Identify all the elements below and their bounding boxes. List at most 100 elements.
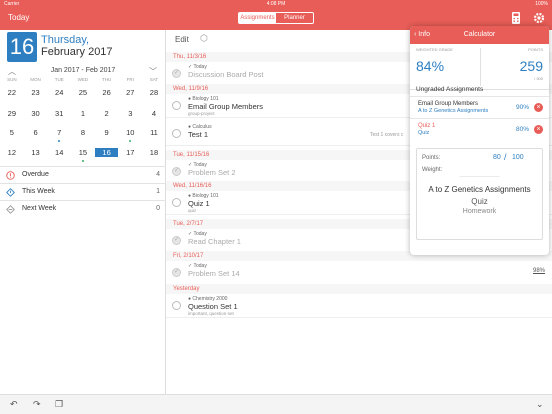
task-title: Quiz 1 <box>188 199 210 208</box>
task-title: Problem Set 2 <box>188 168 236 177</box>
bottom-toolbar: ↶ ↷ ❐ ⌄ <box>0 394 552 414</box>
weekday-label: WED <box>77 77 89 82</box>
calendar-day[interactable]: 10 <box>118 128 142 142</box>
minus-circle-icon <box>6 205 15 214</box>
calendar-day[interactable]: 9 <box>95 128 119 137</box>
calendar-day[interactable]: 6 <box>24 128 48 137</box>
calendar-day[interactable]: 12 <box>0 148 24 157</box>
calendar-day[interactable]: 31 <box>47 109 71 118</box>
filter-count: 0 <box>156 205 160 212</box>
redo-icon[interactable]: ↷ <box>33 399 41 410</box>
calendar-day[interactable]: 18 <box>142 148 166 157</box>
calendar-day[interactable]: 5 <box>0 128 24 137</box>
clipboard-icon[interactable]: ❐ <box>55 399 63 410</box>
ungraded-item[interactable]: Quiz 1 Quiz 80% × <box>410 118 549 140</box>
calendar-day[interactable]: 4 <box>142 109 166 118</box>
calculator-icon[interactable] <box>509 11 523 25</box>
filter-overdue[interactable]: Overdue 4 <box>0 166 166 182</box>
tag-icon[interactable]: ⬡ <box>200 33 208 44</box>
date-header: Yesterday <box>166 284 552 294</box>
calendar-day[interactable]: 1 <box>71 109 95 118</box>
calendar-day[interactable]: 14 <box>47 148 71 157</box>
keyboard-dismiss-icon[interactable]: ⌄ <box>536 399 544 410</box>
calendar-day[interactable]: 30 <box>24 109 48 118</box>
calendar-day[interactable]: 23 <box>24 88 48 97</box>
calendar-day[interactable]: 3 <box>118 109 142 118</box>
filter-this-week[interactable]: This Week 1 <box>0 183 166 199</box>
calendar-day[interactable]: 27 <box>118 88 142 97</box>
check-icon[interactable]: ✓ <box>172 69 181 78</box>
calendar-week-row: 29 30 31 1 2 3 4 <box>0 109 166 118</box>
calendar-day[interactable]: 17 <box>118 148 142 157</box>
calendar-day[interactable]: 28 <box>142 88 166 97</box>
check-icon[interactable]: ✓ <box>172 236 181 245</box>
filter-next-week[interactable]: Next Week 0 <box>0 200 166 216</box>
ungraded-category: A to Z Genetics Assignments <box>418 108 489 114</box>
calendar-day[interactable]: 29 <box>0 109 24 118</box>
calendar-day[interactable]: 8 <box>71 128 95 137</box>
tab-assignments[interactable]: Assignments <box>239 13 276 23</box>
calendar-week-row: 5 6 7 8 9 10 11 <box>0 128 166 142</box>
calendar-day[interactable]: 11 <box>142 128 166 137</box>
event-dot <box>58 140 61 142</box>
check-icon[interactable]: ✓ <box>172 167 181 176</box>
weekday-label: THU <box>101 77 112 82</box>
undo-icon[interactable]: ↶ <box>10 399 18 410</box>
task-tags: important, question-set <box>188 311 234 316</box>
status-bar: Carrier 4:08 PM 100% <box>0 0 552 8</box>
calendar-day[interactable]: 7 <box>47 128 71 142</box>
task-title: Discussion Board Post <box>188 70 264 79</box>
check-icon[interactable]: ✓ <box>172 268 181 277</box>
calendar-day-label: 15 <box>78 148 88 157</box>
edit-button[interactable]: Edit <box>175 35 189 44</box>
weight-picker-option[interactable]: Homework <box>417 208 542 215</box>
weekday-label: SUN <box>7 77 17 82</box>
calendar-day[interactable]: 13 <box>24 148 48 157</box>
ungraded-percent: 90% <box>515 104 529 111</box>
selected-day-name: Thursday, <box>41 34 90 46</box>
gear-icon[interactable] <box>532 11 546 25</box>
calendar-day-selected[interactable]: 16 <box>94 148 119 157</box>
points-label: POINTS <box>528 47 543 52</box>
calendar-range-label: Jan 2017 - Feb 2017 <box>50 67 116 74</box>
calendar-day-label: 7 <box>57 128 62 137</box>
task-checkbox[interactable] <box>172 129 181 138</box>
weight-picker-option[interactable]: Quiz <box>417 197 542 206</box>
calendar-day[interactable]: 26 <box>95 88 119 97</box>
ungraded-item[interactable]: Email Group Members A to Z Genetics Assi… <box>410 96 549 118</box>
points-input[interactable]: 80 <box>493 154 501 161</box>
calendar-weekday-header: SUN MON TUE WED THU FRI SAT <box>0 77 166 82</box>
weekday-label: TUE <box>54 77 64 82</box>
calendar-day[interactable]: 15 <box>71 148 95 162</box>
weight-picker-option[interactable]: A to Z Genetics Assignments <box>417 185 542 194</box>
calendar-week-row: 12 13 14 15 16 17 18 <box>0 148 166 162</box>
weekday-label: FRI <box>126 77 134 82</box>
task-checkbox[interactable] <box>172 198 181 207</box>
calculator-popover: ‹ Info Calculator WEIGHTED GRADE 84% POI… <box>410 26 549 255</box>
chevron-down-icon[interactable]: ﹀ <box>149 66 157 77</box>
today-button[interactable]: Today <box>8 13 29 22</box>
remove-icon[interactable]: × <box>534 103 543 112</box>
task-checkbox[interactable] <box>172 301 181 310</box>
weekday-label: MON <box>30 77 41 82</box>
calendar-day[interactable]: 22 <box>0 88 24 97</box>
points-out-of-input[interactable]: 100 <box>512 154 524 161</box>
ungraded-category: Quiz <box>418 130 430 136</box>
tab-planner[interactable]: Planner <box>276 13 313 23</box>
task-checkbox[interactable] <box>172 101 181 110</box>
calendar-day[interactable]: 2 <box>95 109 119 118</box>
grade-percent-label: 98% <box>533 268 546 274</box>
filter-label: Overdue <box>22 171 49 178</box>
remove-icon[interactable]: × <box>534 125 543 134</box>
calendar-day[interactable]: 25 <box>71 88 95 97</box>
calendar-day[interactable]: 24 <box>47 88 71 97</box>
task-note: Test 1 covers c <box>370 132 404 138</box>
task-row[interactable]: ✓ ✓ Today Problem Set 14 <box>166 261 552 285</box>
stats-divider <box>480 48 481 86</box>
ungraded-name: Email Group Members <box>418 101 479 107</box>
calendar-week-row: 22 23 24 25 26 27 28 <box>0 88 166 97</box>
task-row[interactable]: ● Chemistry 2000 Question Set 1 importan… <box>166 294 552 318</box>
task-title: Problem Set 14 <box>188 269 240 278</box>
view-segmented-control[interactable]: Assignments Planner <box>238 12 314 24</box>
task-title: Test 1 <box>188 130 209 139</box>
